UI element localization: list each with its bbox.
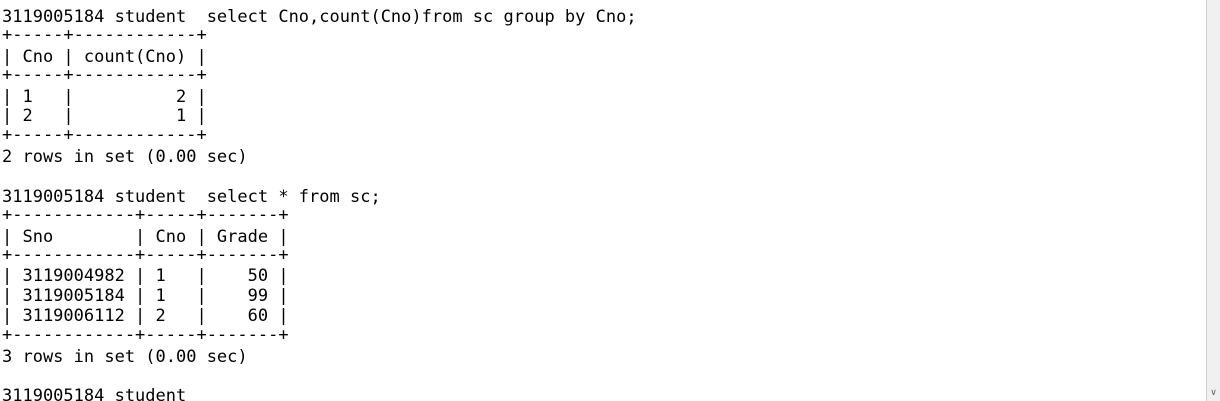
- table-border: +-----+------------+: [2, 65, 207, 85]
- table-row: | 2 | 1 |: [2, 106, 207, 126]
- console-line: 3119005184 student select * from sc;: [2, 187, 381, 207]
- table-border: +------------+-----+-------+: [2, 245, 289, 265]
- result-summary: 2 rows in set (0.00 sec): [2, 147, 248, 167]
- table-row: | 1 | 2 |: [2, 87, 207, 107]
- vertical-scrollbar[interactable]: ∨: [1207, 0, 1220, 401]
- console-line: 3119005184 student select Cno,count(Cno)…: [2, 7, 637, 27]
- table-header-row: | Cno | count(Cno) |: [2, 47, 207, 67]
- table-row: | 3119005184 | 1 | 99 |: [2, 286, 289, 306]
- table-border: +------------+-----+-------+: [2, 205, 289, 225]
- table-border: +------------+-----+-------+: [2, 325, 289, 345]
- table-row: | 3119004982 | 1 | 50 |: [2, 266, 289, 286]
- prompt-line: 3119005184 student: [2, 386, 187, 401]
- table-border: +-----+------------+: [2, 125, 207, 145]
- table-row: | 3119006112 | 2 | 60 |: [2, 306, 289, 326]
- terminal-output[interactable]: 3119005184 student select Cno,count(Cno)…: [0, 0, 1207, 401]
- table-border: +-----+------------+: [2, 25, 207, 45]
- table-header-row: | Sno | Cno | Grade |: [2, 227, 289, 247]
- result-summary: 3 rows in set (0.00 sec): [2, 347, 248, 367]
- chevron-down-icon[interactable]: ∨: [1207, 384, 1220, 401]
